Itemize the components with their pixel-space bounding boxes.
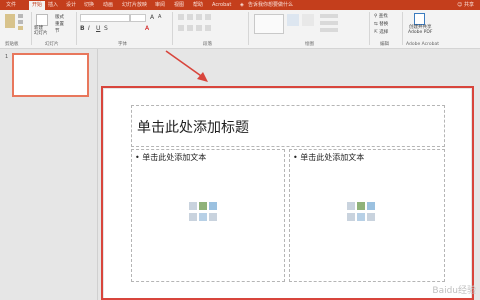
grow-font-icon[interactable]: A [150,14,154,21]
copy-icon[interactable] [18,20,23,24]
numbering-icon[interactable] [187,14,193,20]
tab-insert[interactable]: 插入 [48,1,58,10]
tell-me-search[interactable]: 告诉我你想要做什么 [248,1,293,10]
underline-icon[interactable]: U [96,25,100,32]
replace-label: 替换 [379,22,389,27]
decrease-indent-icon[interactable] [196,14,202,20]
group-drawing: 绘图 [305,42,314,47]
annotation-highlight-box [101,86,474,300]
italic-icon[interactable]: I [88,25,90,32]
find-label: 查找 [378,14,388,19]
slide-number: 1 [5,54,9,60]
group-font: 字体 [118,42,127,47]
watermark: Baidu经验 [432,286,476,296]
bold-icon[interactable]: B [80,25,85,32]
group-clipboard: 剪贴板 [5,42,19,47]
bullets-icon[interactable] [178,14,184,20]
shape-fill-icon[interactable] [320,14,338,18]
justify-icon[interactable] [205,25,211,31]
select-label: 选择 [379,30,389,35]
tab-animations[interactable]: 动画 [103,1,113,10]
divider [172,12,173,45]
shrink-font-icon[interactable]: A [158,14,161,20]
replace-button[interactable]: ⇆ 替换 [374,21,388,27]
shapes-gallery[interactable] [254,14,284,34]
shape-outline-icon[interactable] [320,21,338,25]
slide-thumbnail[interactable] [12,53,89,97]
shadow-icon[interactable]: S [104,25,108,32]
lightbulb-icon: ◈ [240,2,244,8]
find-button[interactable]: ⚲ 查找 [374,13,388,19]
align-center-icon[interactable] [187,25,193,31]
align-left-icon[interactable] [178,25,184,31]
tab-review[interactable]: 审阅 [155,1,165,10]
divider [248,12,249,45]
arrange-icon[interactable] [287,14,299,26]
tab-file[interactable]: 文件 [6,1,16,10]
tab-slideshow[interactable]: 幻灯片放映 [122,1,147,10]
cut-icon[interactable] [18,14,23,18]
format-painter-icon[interactable] [18,26,23,30]
group-editing: 编辑 [380,42,389,47]
increase-indent-icon[interactable] [205,14,211,20]
font-size-select[interactable] [130,14,146,22]
divider [369,12,370,45]
section-button[interactable]: 节 [55,28,60,34]
shape-effects-icon[interactable] [320,28,338,32]
paste-icon[interactable] [5,14,15,28]
divider [402,12,403,45]
select-button[interactable]: ⇱ 选择 [374,29,388,35]
tab-acrobat[interactable]: Acrobat [212,1,231,10]
tab-home[interactable]: 开始 [29,1,46,10]
quick-styles-icon[interactable] [302,14,314,26]
group-adobe: Adobe Acrobat [406,42,440,47]
divider [76,12,77,45]
ribbon-tab-bar: 文件 开始 插入 设计 切换 动画 幻灯片放映 审阅 视图 帮助 Acrobat… [0,0,480,10]
tab-design[interactable]: 设计 [66,1,76,10]
tab-view[interactable]: 视图 [174,1,184,10]
ribbon-home: 剪贴板 新建 幻灯片 版式 重置 节 幻灯片 A A B I U S A 字体 … [0,10,480,49]
divider [31,12,32,45]
group-slides: 幻灯片 [45,42,59,47]
tab-help[interactable]: 帮助 [193,1,203,10]
layout-button[interactable]: 版式 [55,14,64,20]
share-label: 共享 [463,2,474,8]
annotation-arrow [165,50,208,82]
align-right-icon[interactable] [196,25,202,31]
font-color-icon[interactable]: A [145,25,149,32]
group-paragraph: 段落 [203,42,212,47]
reset-button[interactable]: 重置 [55,21,64,27]
font-name-select[interactable] [80,14,130,22]
create-pdf-button[interactable]: 创建并共享 Adobe PDF [408,25,432,35]
new-slide-icon[interactable] [36,14,48,26]
tab-transitions[interactable]: 切换 [84,1,94,10]
new-slide-button[interactable]: 新建 幻灯片 [34,26,48,36]
share-button[interactable]: ☺ 共享 [457,1,474,10]
adobe-pdf-icon[interactable] [414,13,425,25]
